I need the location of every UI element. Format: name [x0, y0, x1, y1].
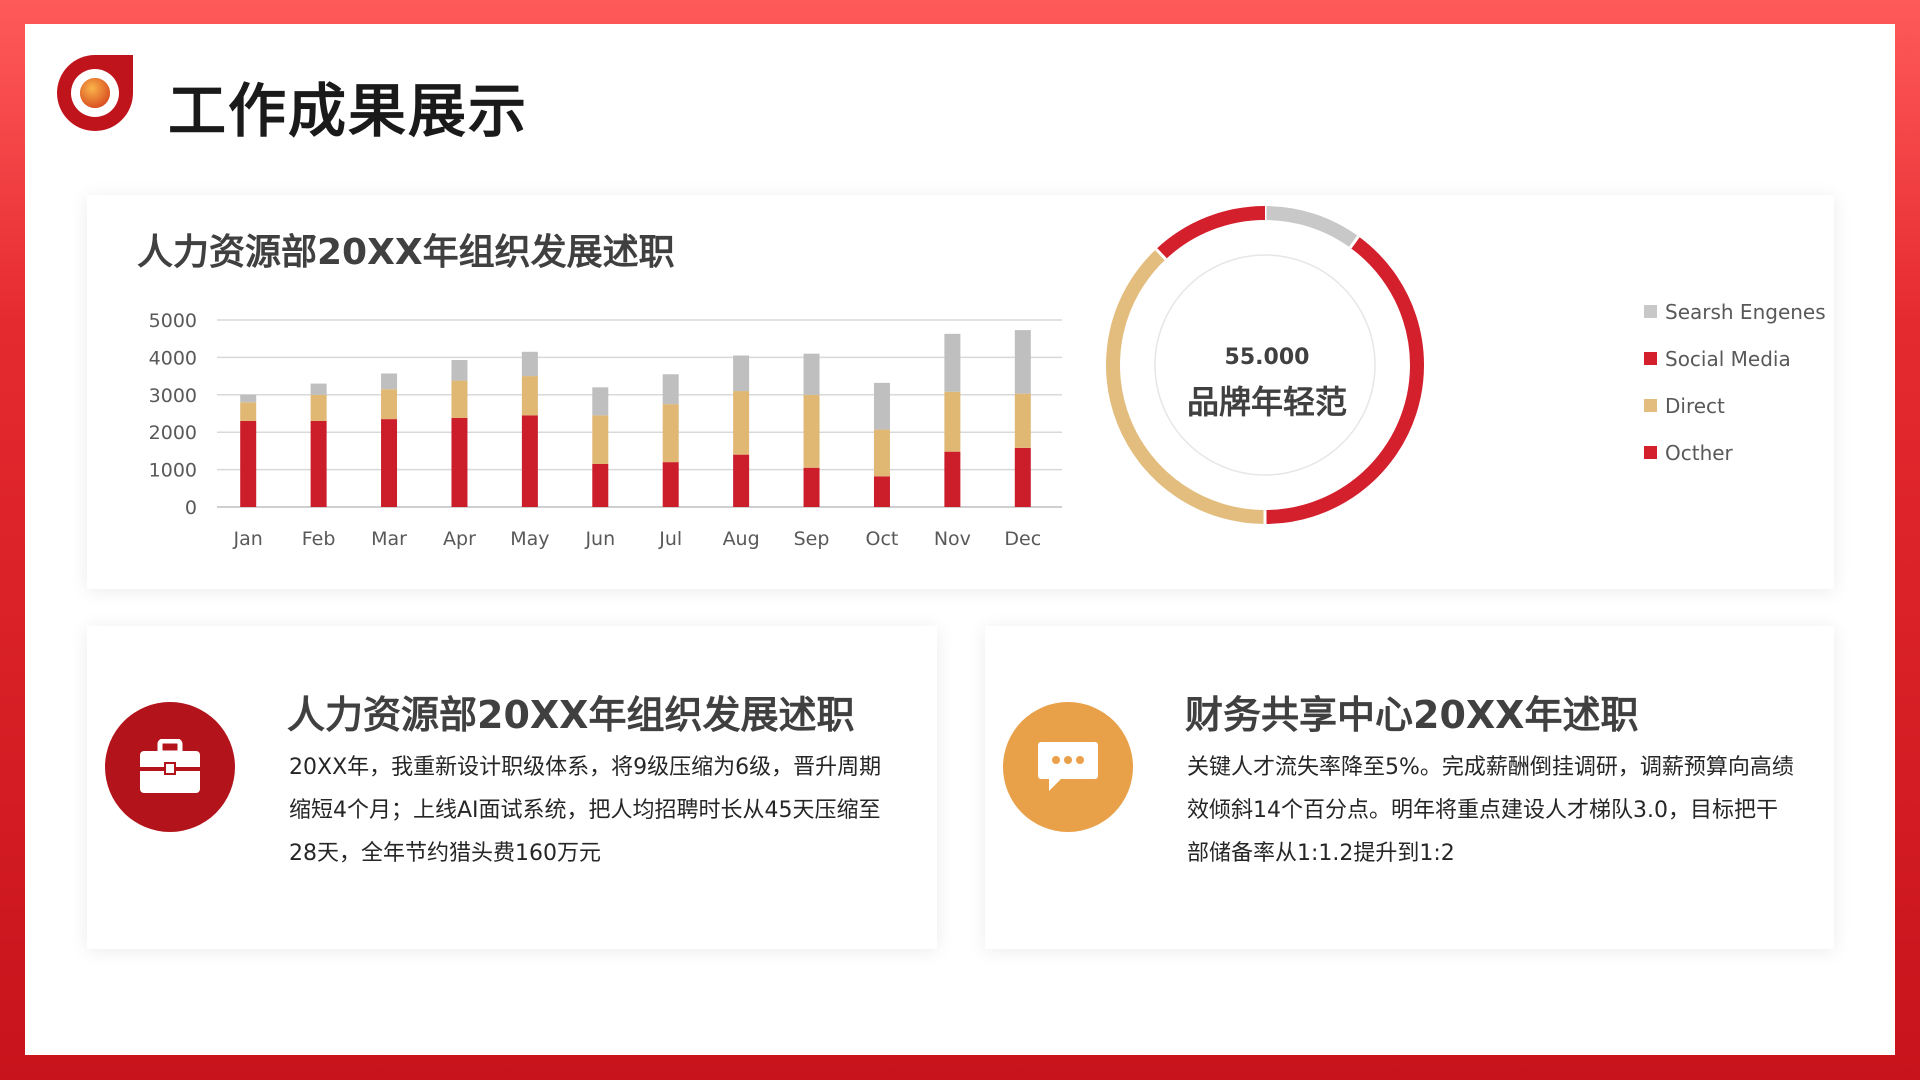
bar-segment	[592, 463, 609, 507]
x-tick-label: Jan	[233, 528, 263, 550]
legend-label: Social Media	[1665, 346, 1791, 371]
x-tick-label: Dec	[1004, 528, 1041, 550]
bar-segment	[381, 373, 398, 390]
bar-segment	[662, 404, 679, 463]
legend-item: Direct	[1644, 382, 1826, 429]
bar-segment	[451, 417, 468, 507]
bar-segment	[240, 402, 257, 421]
briefcase-icon	[140, 739, 200, 793]
card-body: 20XX年，我重新设计职级体系，将9级压缩为6级，晋升周期缩短4个月；上线AI面…	[289, 755, 882, 866]
x-tick-label: Oct	[866, 528, 899, 550]
card-body: 关键人才流失率降至5%。完成薪酬倒挂调研，调薪预算向高绩效倾斜14个百分点。明年…	[1187, 755, 1794, 866]
bar-segment	[662, 374, 679, 405]
bar-segment	[592, 387, 609, 416]
bar-segment	[521, 415, 538, 507]
legend-item: Social Media	[1644, 335, 1826, 382]
y-tick-label: 3000	[149, 385, 197, 407]
y-tick-label: 5000	[149, 310, 197, 332]
chat-icon-circle	[1003, 702, 1133, 832]
donut-slice	[1156, 206, 1266, 260]
y-tick-label: 0	[185, 497, 197, 519]
bar-segment	[240, 420, 257, 507]
legend-label: Direct	[1665, 393, 1725, 418]
x-tick-label: Sep	[794, 528, 830, 550]
donut-slice	[1264, 206, 1359, 248]
bar-segment	[1014, 393, 1031, 448]
briefcase-icon-circle	[105, 702, 235, 832]
bar-segment	[873, 429, 890, 477]
legend-item: Octher	[1644, 429, 1826, 476]
bar-segment	[521, 376, 538, 416]
legend-item: Searsh Engenes	[1644, 288, 1826, 335]
bar-segment	[803, 353, 820, 395]
bar-segment	[873, 476, 890, 507]
bar-segment	[310, 420, 327, 507]
bar-segment	[944, 451, 961, 507]
bar-segment	[803, 394, 820, 468]
chart-card: 人力资源部20XX年组织发展述职 0 1000 2000 3000 4000 5000 Ja…	[87, 195, 1834, 589]
bar-segment	[733, 355, 750, 392]
bar-segment	[451, 380, 468, 418]
bar-segment	[733, 454, 750, 507]
x-tick-label: Apr	[443, 528, 476, 550]
bar-segment	[592, 415, 609, 464]
y-tick-label: 4000	[149, 347, 197, 369]
legend-swatch	[1644, 399, 1657, 412]
logo-icon	[57, 55, 133, 131]
bar-segment	[873, 382, 890, 430]
chart-legend: Searsh Engenes Social Media Direct Octhe…	[1644, 288, 1826, 476]
legend-label: Searsh Engenes	[1665, 299, 1826, 324]
card-title: 财务共享中心20XX年述职	[1185, 693, 1639, 737]
x-tick-label: Jun	[584, 528, 615, 550]
x-tick-label: Nov	[934, 528, 971, 550]
legend-swatch	[1644, 305, 1657, 318]
y-tick-label: 1000	[149, 460, 197, 482]
bar-segment	[1014, 330, 1031, 394]
legend-swatch	[1644, 446, 1657, 459]
bar-segment	[733, 391, 750, 455]
bar-segment	[381, 419, 398, 507]
bar-segment	[521, 351, 538, 377]
chat-bubble-icon	[1038, 742, 1098, 791]
bar-segment	[944, 333, 961, 392]
bar-segment	[944, 391, 961, 452]
x-tick-label: May	[510, 528, 549, 550]
bar-segment	[662, 462, 679, 507]
bar-segment	[803, 467, 820, 507]
donut-center-value: 55.000	[1224, 345, 1310, 370]
bar-segment	[310, 383, 327, 395]
stacked-bar-chart: 0 1000 2000 3000 4000 5000 Jan Feb Mar Apr May Jun J…	[149, 310, 1062, 550]
x-tick-label: Aug	[723, 528, 760, 550]
bar-segment	[240, 394, 257, 403]
donut-center-label: 品牌年轻范	[1186, 383, 1347, 421]
slide-canvas: 工作成果展示 人力资源部20XX年组织发展述职 0 1000 2000 3000 400…	[25, 24, 1895, 1055]
bar-segment	[1014, 447, 1031, 507]
legend-swatch	[1644, 352, 1657, 365]
x-tick-label: Jul	[658, 528, 682, 550]
y-tick-label: 2000	[149, 422, 197, 444]
bar-segment	[381, 389, 398, 420]
x-tick-label: Feb	[302, 528, 336, 550]
card-title: 人力资源部20XX年组织发展述职	[287, 693, 855, 737]
info-card-hr: 人力资源部20XX年组织发展述职 20XX年，我重新设计职级体系，将9级压缩为6…	[87, 626, 937, 949]
legend-label: Octher	[1665, 440, 1733, 465]
page-title: 工作成果展示	[168, 77, 529, 145]
x-tick-label: Mar	[371, 528, 407, 550]
info-card-finance: 财务共享中心20XX年述职 关键人才流失率降至5%。完成薪酬倒挂调研，调薪预算向…	[985, 626, 1834, 949]
bar-segment	[451, 360, 468, 381]
bar-segment	[310, 394, 327, 421]
